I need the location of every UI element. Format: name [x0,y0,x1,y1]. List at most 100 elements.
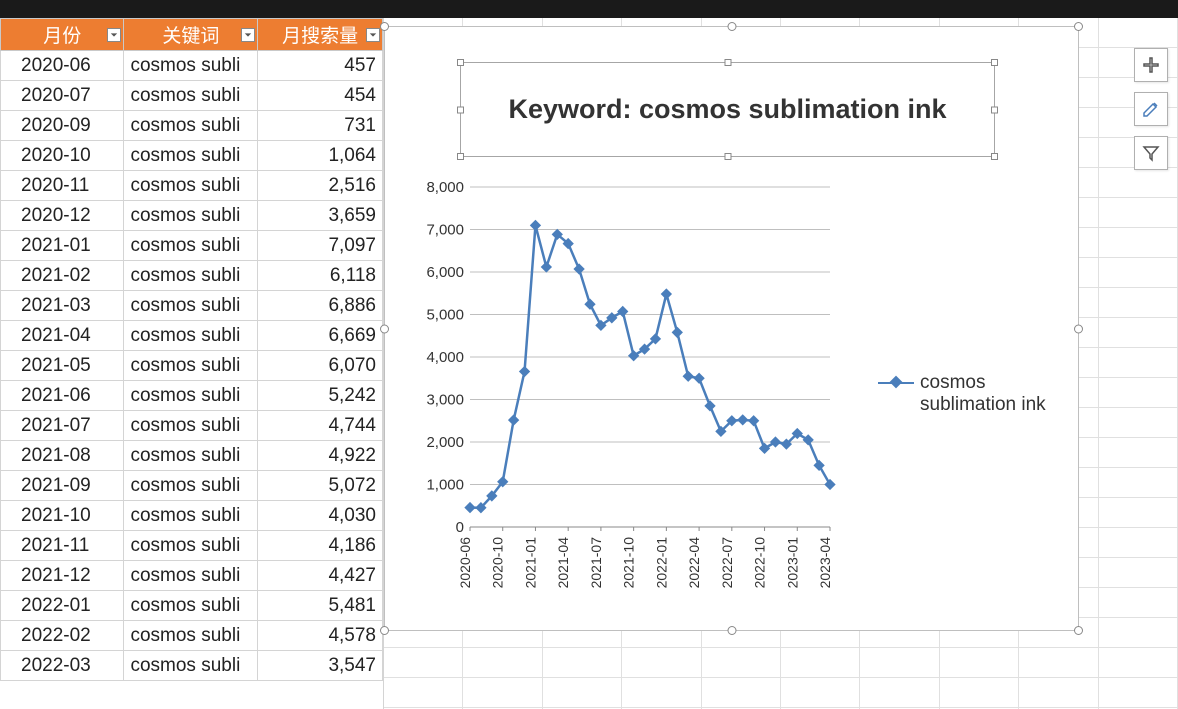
table-row[interactable]: 2021-07cosmos subli4,744 [1,411,383,441]
chart-styles-button[interactable] [1134,92,1168,126]
cell-value[interactable]: 6,886 [258,291,383,321]
cell-value[interactable]: 7,097 [258,231,383,261]
table-row[interactable]: 2020-11cosmos subli2,516 [1,171,383,201]
cell-month[interactable]: 2021-06 [1,381,124,411]
filter-dropdown-icon[interactable] [107,28,121,42]
cell-keyword[interactable]: cosmos subli [124,471,258,501]
cell-value[interactable]: 731 [258,111,383,141]
chart-marker[interactable] [573,263,584,274]
cell-value[interactable]: 6,070 [258,351,383,381]
title-handle[interactable] [724,153,731,160]
chart-marker[interactable] [464,502,475,513]
cell-value[interactable]: 4,030 [258,501,383,531]
cell-value[interactable]: 4,922 [258,441,383,471]
worksheet-canvas[interactable]: Keyword: cosmos sublimation ink 01,0002,… [384,18,1178,709]
chart-marker[interactable] [737,414,748,425]
resize-handle[interactable] [1074,626,1083,635]
chart-marker[interactable] [813,460,824,471]
cell-value[interactable]: 6,118 [258,261,383,291]
title-handle[interactable] [457,106,464,113]
chart-plot-area[interactable]: 01,0002,0003,0004,0005,0006,0007,0008,00… [410,177,840,607]
title-handle[interactable] [457,59,464,66]
filter-dropdown-icon[interactable] [366,28,380,42]
cell-value[interactable]: 4,744 [258,411,383,441]
cell-month[interactable]: 2020-06 [1,51,124,81]
resize-handle[interactable] [380,22,389,31]
cell-month[interactable]: 2021-07 [1,411,124,441]
chart-marker[interactable] [661,288,672,299]
cell-value[interactable]: 454 [258,81,383,111]
cell-keyword[interactable]: cosmos subli [124,111,258,141]
table-row[interactable]: 2021-02cosmos subli6,118 [1,261,383,291]
title-handle[interactable] [991,153,998,160]
cell-value[interactable]: 1,064 [258,141,383,171]
cell-keyword[interactable]: cosmos subli [124,81,258,111]
cell-month[interactable]: 2021-09 [1,471,124,501]
cell-value[interactable]: 6,669 [258,321,383,351]
table-row[interactable]: 2021-12cosmos subli4,427 [1,561,383,591]
resize-handle[interactable] [1074,22,1083,31]
table-row[interactable]: 2021-06cosmos subli5,242 [1,381,383,411]
cell-month[interactable]: 2021-04 [1,321,124,351]
cell-keyword[interactable]: cosmos subli [124,291,258,321]
table-row[interactable]: 2021-08cosmos subli4,922 [1,441,383,471]
chart-elements-button[interactable] [1134,48,1168,82]
resize-handle[interactable] [380,626,389,635]
cell-month[interactable]: 2022-03 [1,651,124,681]
cell-month[interactable]: 2020-10 [1,141,124,171]
chart-marker[interactable] [628,350,639,361]
chart-marker[interactable] [584,299,595,310]
chart-marker[interactable] [770,436,781,447]
resize-handle[interactable] [1074,324,1083,333]
table-row[interactable]: 2020-09cosmos subli731 [1,111,383,141]
cell-value[interactable]: 5,481 [258,591,383,621]
chart-marker[interactable] [683,371,694,382]
cell-month[interactable]: 2022-01 [1,591,124,621]
table-row[interactable]: 2020-06cosmos subli457 [1,51,383,81]
cell-value[interactable]: 457 [258,51,383,81]
cell-keyword[interactable]: cosmos subli [124,51,258,81]
cell-month[interactable]: 2021-12 [1,561,124,591]
resize-handle[interactable] [727,22,736,31]
chart-marker[interactable] [704,400,715,411]
cell-keyword[interactable]: cosmos subli [124,411,258,441]
table-row[interactable]: 2021-10cosmos subli4,030 [1,501,383,531]
chart-marker[interactable] [672,327,683,338]
cell-month[interactable]: 2021-08 [1,441,124,471]
cell-month[interactable]: 2021-11 [1,531,124,561]
title-handle[interactable] [991,106,998,113]
chart-marker[interactable] [519,366,530,377]
chart-marker[interactable] [824,479,835,490]
table-row[interactable]: 2021-01cosmos subli7,097 [1,231,383,261]
chart-marker[interactable] [617,306,628,317]
table-row[interactable]: 2022-03cosmos subli3,547 [1,651,383,681]
cell-keyword[interactable]: cosmos subli [124,591,258,621]
table-row[interactable]: 2021-03cosmos subli6,886 [1,291,383,321]
table-row[interactable]: 2020-12cosmos subli3,659 [1,201,383,231]
cell-value[interactable]: 3,659 [258,201,383,231]
cell-value[interactable]: 4,578 [258,621,383,651]
chart-object[interactable]: Keyword: cosmos sublimation ink 01,0002,… [384,26,1079,631]
cell-keyword[interactable]: cosmos subli [124,231,258,261]
cell-keyword[interactable]: cosmos subli [124,261,258,291]
cell-value[interactable]: 5,242 [258,381,383,411]
table-row[interactable]: 2021-05cosmos subli6,070 [1,351,383,381]
cell-month[interactable]: 2021-01 [1,231,124,261]
resize-handle[interactable] [727,626,736,635]
cell-month[interactable]: 2022-02 [1,621,124,651]
cell-keyword[interactable]: cosmos subli [124,651,258,681]
cell-value[interactable]: 3,547 [258,651,383,681]
chart-legend[interactable]: cosmos sublimation ink [878,372,1058,416]
table-row[interactable]: 2020-10cosmos subli1,064 [1,141,383,171]
chart-marker[interactable] [508,414,519,425]
title-handle[interactable] [724,59,731,66]
col-header-volume[interactable]: 月搜索量 [258,19,383,51]
col-header-month[interactable]: 月份 [1,19,124,51]
cell-month[interactable]: 2020-11 [1,171,124,201]
table-row[interactable]: 2022-02cosmos subli4,578 [1,621,383,651]
cell-value[interactable]: 4,186 [258,531,383,561]
data-table[interactable]: 月份 关键词 月搜索量 [0,18,384,709]
cell-keyword[interactable]: cosmos subli [124,531,258,561]
filter-dropdown-icon[interactable] [241,28,255,42]
title-handle[interactable] [991,59,998,66]
